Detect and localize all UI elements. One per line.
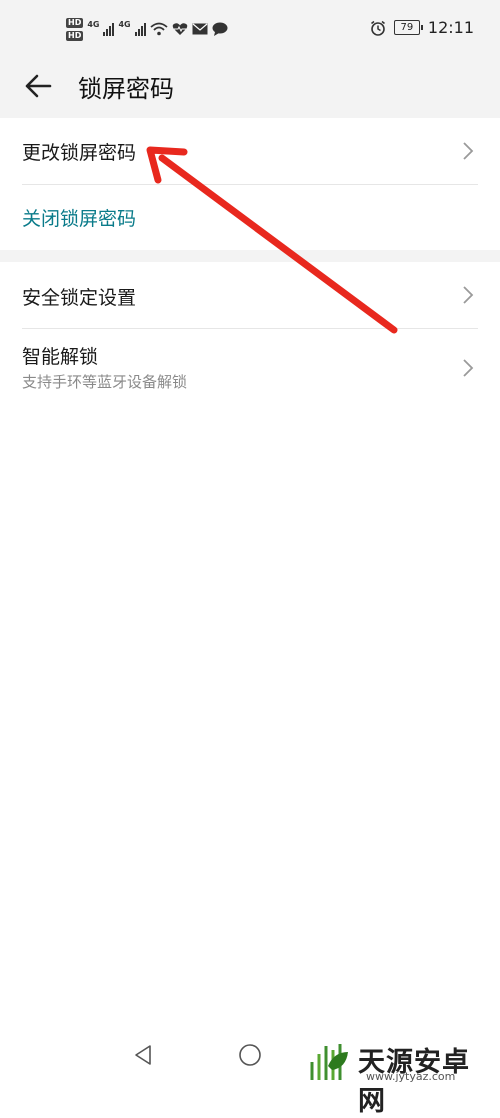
security-lock-settings-label: 安全锁定设置 <box>22 287 137 309</box>
back-triangle-icon[interactable] <box>132 1044 154 1066</box>
hd-stack: HD HD <box>66 17 84 41</box>
network-type-2: 4G <box>118 19 131 29</box>
clock: 12:11 <box>427 18 474 37</box>
status-left-group: HD HD 4G 4G <box>66 14 228 44</box>
alarm-icon <box>370 20 385 36</box>
hd-badge-2: HD <box>66 30 84 41</box>
security-lock-settings-item[interactable]: 安全锁定设置 <box>0 262 500 328</box>
battery-icon: 79 <box>393 20 423 35</box>
section-security: 安全锁定设置 智能解锁 支持手环等蓝牙设备解锁 <box>0 262 500 402</box>
wifi-icon <box>150 22 168 36</box>
chevron-right-icon <box>463 286 474 304</box>
watermark: 天源安卓网 www.jytyaz.com <box>308 1040 496 1117</box>
health-icon <box>172 23 187 35</box>
smart-unlock-subtitle: 支持手环等蓝牙设备解锁 <box>22 373 188 391</box>
smart-unlock-label: 智能解锁 <box>22 346 99 368</box>
section-gap <box>0 250 500 262</box>
mail-icon <box>192 23 208 35</box>
signal-icon <box>103 22 115 36</box>
change-lock-password-label: 更改锁屏密码 <box>22 142 137 164</box>
section-password: 更改锁屏密码 关闭锁屏密码 <box>0 118 500 250</box>
disable-lock-password-item[interactable]: 关闭锁屏密码 <box>0 185 500 250</box>
signal-icon-2 <box>134 22 146 36</box>
chevron-right-icon <box>463 359 474 377</box>
page-title: 锁屏密码 <box>78 75 174 103</box>
watermark-url: www.jytyaz.com <box>366 1070 456 1083</box>
app-bar: 锁屏密码 <box>0 56 500 118</box>
network-type-1: 4G <box>87 19 100 29</box>
home-circle-icon[interactable] <box>238 1043 262 1067</box>
status-bar: HD HD 4G 4G 79 12:11 <box>0 0 500 56</box>
change-lock-password-item[interactable]: 更改锁屏密码 <box>0 118 500 184</box>
smart-unlock-item[interactable]: 智能解锁 支持手环等蓝牙设备解锁 <box>0 329 500 402</box>
status-right-group: 79 12:11 <box>370 18 474 37</box>
chevron-right-icon <box>463 142 474 160</box>
watermark-logo <box>310 1044 348 1080</box>
disable-lock-password-label: 关闭锁屏密码 <box>22 208 137 230</box>
arrow-left-icon[interactable] <box>22 70 54 102</box>
battery-level: 79 <box>400 22 414 33</box>
chat-icon <box>212 22 228 36</box>
hd-badge-1: HD <box>66 17 84 28</box>
